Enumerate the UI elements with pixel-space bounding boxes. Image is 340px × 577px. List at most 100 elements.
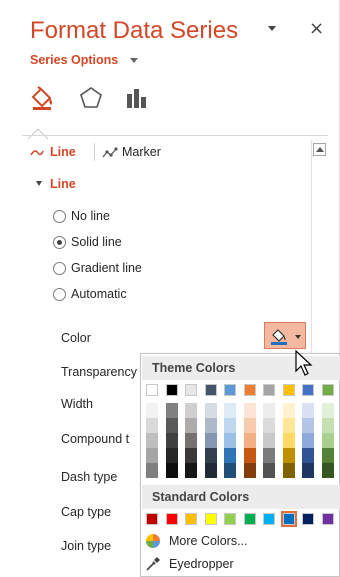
pane-options-dropdown-icon[interactable] xyxy=(268,26,276,31)
theme-shade-swatch[interactable] xyxy=(302,418,314,433)
theme-shade-swatch[interactable] xyxy=(243,403,256,418)
theme-shade-swatch[interactable] xyxy=(165,433,178,448)
more-colors-label: More Colors... xyxy=(169,534,248,548)
chevron-down-icon[interactable] xyxy=(295,335,301,339)
theme-shade-column xyxy=(321,403,334,478)
close-icon[interactable]: × xyxy=(309,18,324,39)
marker-icon xyxy=(102,147,118,158)
theme-shade-swatch[interactable] xyxy=(321,433,334,448)
theme-shade-swatch[interactable] xyxy=(282,463,295,478)
theme-shade-swatch[interactable] xyxy=(224,448,236,463)
theme-shade-column xyxy=(263,403,275,478)
theme-shade-swatch[interactable] xyxy=(165,463,178,478)
theme-shade-swatch[interactable] xyxy=(263,448,275,463)
theme-shade-swatch[interactable] xyxy=(263,418,275,433)
theme-shade-swatch[interactable] xyxy=(224,463,236,478)
standard-color-swatch[interactable] xyxy=(302,513,314,525)
theme-shade-column xyxy=(302,403,314,478)
theme-shade-swatch[interactable] xyxy=(302,433,314,448)
fill-line-icon[interactable] xyxy=(30,85,56,111)
theme-shade-swatch[interactable] xyxy=(185,463,197,478)
theme-color-swatch[interactable] xyxy=(302,384,314,396)
theme-shade-swatch[interactable] xyxy=(224,418,236,433)
radio-label: Automatic xyxy=(71,287,127,301)
theme-color-swatch[interactable] xyxy=(282,384,295,396)
line-color-button[interactable] xyxy=(264,322,306,349)
theme-shade-swatch[interactable] xyxy=(302,448,314,463)
radio-button[interactable] xyxy=(53,288,66,301)
theme-shade-swatch[interactable] xyxy=(146,433,158,448)
transparency-label: Transparency xyxy=(61,365,137,379)
effects-icon[interactable] xyxy=(78,85,104,111)
theme-shade-swatch[interactable] xyxy=(321,418,334,433)
theme-shade-swatch[interactable] xyxy=(243,433,256,448)
theme-shade-swatch[interactable] xyxy=(243,418,256,433)
theme-shade-swatch[interactable] xyxy=(321,463,334,478)
theme-shade-column xyxy=(165,403,178,478)
tab-line[interactable]: Line xyxy=(50,145,76,159)
theme-shade-swatch[interactable] xyxy=(165,418,178,433)
theme-shade-swatch[interactable] xyxy=(282,448,295,463)
chevron-down-icon[interactable] xyxy=(130,58,138,63)
theme-shade-swatch[interactable] xyxy=(204,463,217,478)
dash-type-label: Dash type xyxy=(61,470,118,484)
radio-button[interactable] xyxy=(53,210,66,223)
standard-color-swatch[interactable] xyxy=(321,513,334,525)
theme-shade-swatch[interactable] xyxy=(243,463,256,478)
theme-shade-swatch[interactable] xyxy=(146,463,158,478)
standard-color-swatch[interactable] xyxy=(224,513,236,525)
standard-color-swatch[interactable] xyxy=(185,513,197,525)
standard-color-swatch[interactable] xyxy=(263,513,275,525)
theme-shade-swatch[interactable] xyxy=(321,448,334,463)
theme-shade-swatch[interactable] xyxy=(146,418,158,433)
tab-marker[interactable]: Marker xyxy=(122,145,161,159)
theme-color-swatch[interactable] xyxy=(146,384,158,396)
standard-color-swatch[interactable] xyxy=(280,511,297,527)
theme-shade-swatch[interactable] xyxy=(263,403,275,418)
standard-color-swatch[interactable] xyxy=(165,513,178,525)
theme-shade-swatch[interactable] xyxy=(185,433,197,448)
theme-shade-swatch[interactable] xyxy=(165,403,178,418)
theme-shade-swatch[interactable] xyxy=(204,418,217,433)
theme-shade-swatch[interactable] xyxy=(204,448,217,463)
standard-color-swatch[interactable] xyxy=(243,513,256,525)
theme-shade-swatch[interactable] xyxy=(204,433,217,448)
theme-shade-swatch[interactable] xyxy=(321,403,334,418)
theme-shade-swatch[interactable] xyxy=(302,463,314,478)
theme-shade-swatch[interactable] xyxy=(224,403,236,418)
theme-shade-swatch[interactable] xyxy=(185,418,197,433)
theme-color-swatch[interactable] xyxy=(204,384,217,396)
standard-color-swatch[interactable] xyxy=(204,513,217,525)
theme-shade-swatch[interactable] xyxy=(282,403,295,418)
series-options-icon[interactable] xyxy=(124,85,150,111)
theme-shade-swatch[interactable] xyxy=(243,448,256,463)
theme-shade-swatch[interactable] xyxy=(146,403,158,418)
radio-button[interactable] xyxy=(53,262,66,275)
theme-shade-swatch[interactable] xyxy=(185,403,197,418)
theme-shade-swatch[interactable] xyxy=(282,418,295,433)
section-title-line[interactable]: Line xyxy=(50,177,76,191)
theme-shade-swatch[interactable] xyxy=(302,403,314,418)
theme-color-swatch[interactable] xyxy=(243,384,256,396)
format-data-series-pane: Format Data Series × Series Options Line… xyxy=(0,0,340,577)
theme-shade-swatch[interactable] xyxy=(263,463,275,478)
theme-shade-swatch[interactable] xyxy=(146,448,158,463)
theme-color-swatch[interactable] xyxy=(165,384,178,396)
theme-color-swatch[interactable] xyxy=(263,384,275,396)
collapse-triangle-icon[interactable] xyxy=(36,181,42,186)
series-options-dropdown[interactable]: Series Options xyxy=(30,53,118,67)
radio-button[interactable] xyxy=(53,236,66,249)
theme-color-swatch[interactable] xyxy=(321,384,334,396)
theme-shade-swatch[interactable] xyxy=(282,433,295,448)
theme-shade-swatch[interactable] xyxy=(185,448,197,463)
scroll-up-button[interactable] xyxy=(313,143,326,156)
standard-color-swatch[interactable] xyxy=(146,513,158,525)
theme-shade-swatch[interactable] xyxy=(263,433,275,448)
theme-shade-swatch[interactable] xyxy=(165,448,178,463)
theme-color-swatch[interactable] xyxy=(185,384,197,396)
theme-shade-swatch[interactable] xyxy=(204,403,217,418)
theme-shade-swatch[interactable] xyxy=(224,433,236,448)
theme-shade-column xyxy=(282,403,295,478)
standard-colors-header: Standard Colors xyxy=(142,485,340,509)
theme-color-swatch[interactable] xyxy=(224,384,236,396)
